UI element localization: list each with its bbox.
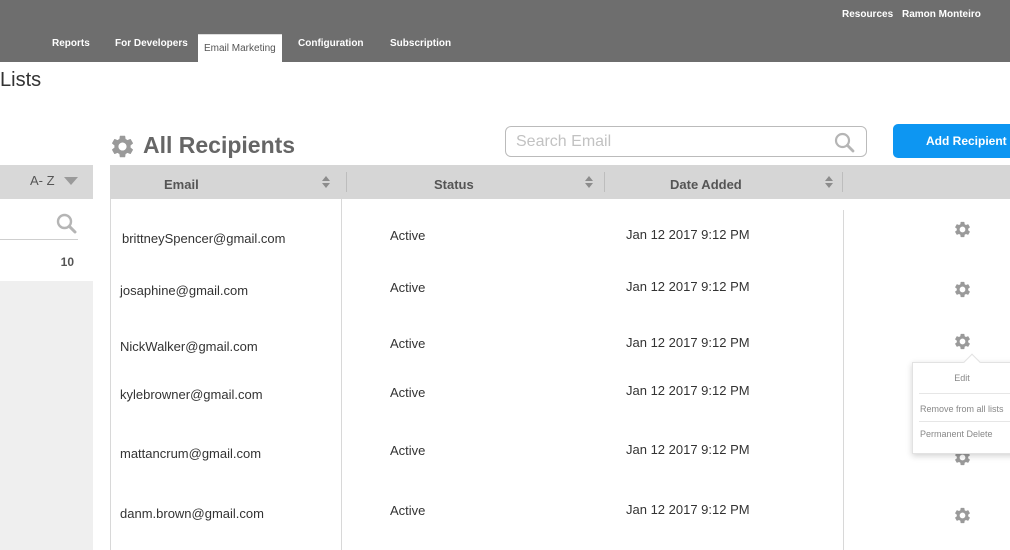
search-email-box [505, 126, 867, 157]
divider [0, 239, 78, 240]
divider [110, 199, 111, 550]
date-added-cell: Jan 12 2017 9:12 PM [626, 442, 750, 457]
divider [604, 172, 605, 192]
gear-icon [111, 135, 134, 158]
list-count: 10 [60, 255, 74, 269]
sort-arrows-icon[interactable] [322, 176, 331, 189]
date-added-cell: Jan 12 2017 9:12 PM [626, 335, 750, 350]
top-navigation-bar: Resources Ramon Monteiro Reports For Dev… [0, 0, 1010, 62]
divider [919, 393, 1010, 394]
email-cell: brittneySpencer@gmail.com [122, 231, 286, 246]
lists-sort-header[interactable]: A- Z [0, 165, 93, 199]
column-header-date-added[interactable]: Date Added [670, 177, 742, 192]
date-added-cell: Jan 12 2017 9:12 PM [626, 383, 750, 398]
divider [341, 199, 342, 550]
menu-item-edit[interactable]: Edit [913, 373, 1010, 383]
divider [919, 421, 1010, 422]
tab-subscription[interactable]: Subscription [390, 38, 451, 49]
column-header-email[interactable]: Email [164, 177, 199, 192]
menu-pointer [963, 353, 981, 371]
email-cell: danm.brown@gmail.com [120, 506, 264, 521]
row-settings-gear-icon[interactable] [953, 280, 972, 299]
row-actions-menu: Edit Remove from all lists Permanent Del… [912, 353, 1010, 454]
section-title: All Recipients [143, 132, 296, 158]
email-cell: josaphine@gmail.com [120, 283, 249, 298]
status-cell: Active [390, 503, 426, 518]
table-header: Email Status Date Added [110, 165, 1010, 199]
email-cell: mattancrum@gmail.com [120, 446, 262, 461]
status-cell: Active [390, 443, 426, 458]
date-added-cell: Jan 12 2017 9:12 PM [626, 279, 750, 294]
date-added-cell: Jan 12 2017 9:12 PM [626, 502, 750, 517]
menu-item-remove-from-all-lists[interactable]: Remove from all lists [920, 404, 1010, 414]
menu-item-permanent-delete[interactable]: Permanent Delete [920, 429, 1010, 439]
divider [842, 172, 843, 192]
sort-arrows-icon[interactable] [585, 176, 594, 189]
lists-sidebar: A- Z 10 [0, 165, 93, 550]
resources-link[interactable]: Resources [842, 9, 893, 20]
column-header-status[interactable]: Status [434, 177, 474, 192]
add-recipient-button[interactable]: Add Recipient [893, 124, 1010, 158]
search-email-input[interactable] [516, 131, 826, 153]
search-icon[interactable] [56, 213, 77, 234]
email-cell: NickWalker@gmail.com [120, 339, 258, 354]
sort-arrows-icon[interactable] [825, 176, 834, 189]
sort-label: A- Z [30, 173, 55, 188]
row-settings-gear-icon[interactable] [953, 506, 972, 525]
tab-email-marketing[interactable]: Email Marketing [198, 34, 282, 62]
search-icon[interactable] [834, 132, 855, 153]
tab-reports[interactable]: Reports [52, 38, 90, 49]
divider [843, 210, 844, 550]
caret-down-icon [64, 177, 78, 185]
row-settings-gear-icon[interactable] [953, 332, 972, 351]
row-settings-gear-icon[interactable] [953, 220, 972, 239]
status-cell: Active [390, 336, 426, 351]
user-name-link[interactable]: Ramon Monteiro [902, 9, 981, 20]
page-title: Lists [0, 69, 42, 91]
tab-configuration[interactable]: Configuration [298, 38, 364, 49]
status-cell: Active [390, 228, 426, 243]
status-cell: Active [390, 385, 426, 400]
divider [346, 172, 347, 192]
status-cell: Active [390, 280, 426, 295]
date-added-cell: Jan 12 2017 9:12 PM [626, 227, 750, 242]
email-cell: kylebrowner@gmail.com [120, 387, 263, 402]
tab-for-developers[interactable]: For Developers [115, 38, 188, 49]
list-item[interactable] [0, 245, 93, 281]
